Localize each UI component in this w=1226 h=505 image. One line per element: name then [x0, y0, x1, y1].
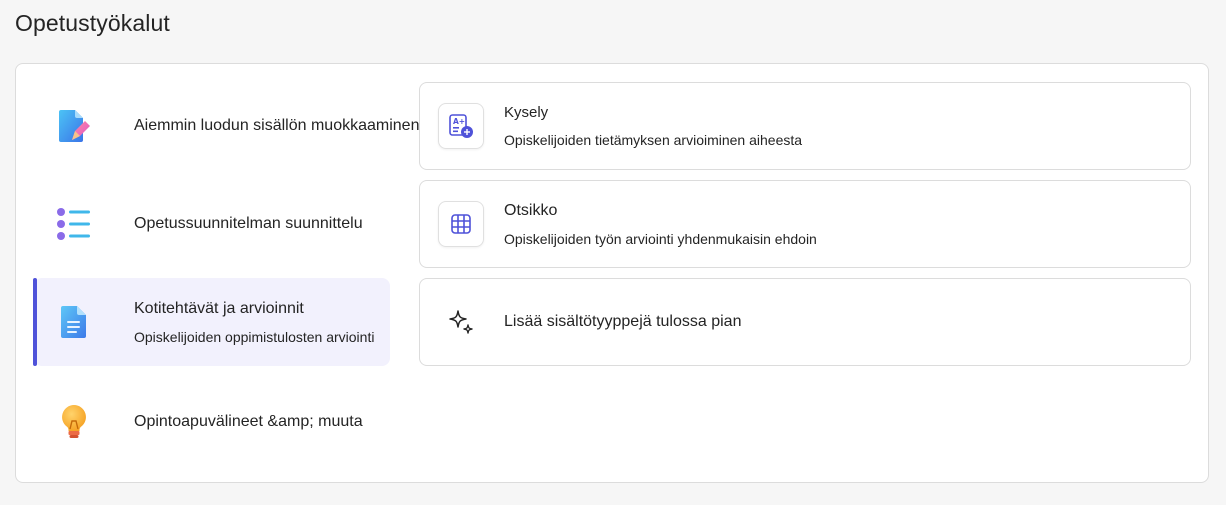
page-title: Opetustyökalut — [15, 10, 170, 36]
category-curriculum-planning[interactable]: Opetussuunnitelman suunnittelu — [34, 180, 390, 268]
category-title: Opetussuunnitelman suunnittelu — [134, 215, 363, 232]
document-edit-icon — [34, 105, 114, 147]
category-study-aids[interactable]: Opintoapuvälineet &amp; muuta — [34, 376, 390, 468]
card-more-coming: Lisää sisältötyyppejä tulossa pian — [419, 278, 1191, 366]
table-grid-icon — [438, 201, 484, 247]
category-title: Aiemmin luodun sisällön muokkaaminen — [134, 117, 420, 134]
card-title: Kysely — [504, 104, 549, 121]
card-subtitle: Opiskelijoiden työn arviointi yhdenmukai… — [504, 230, 817, 247]
category-edit-content[interactable]: Aiemmin luodun sisällön muokkaaminen — [34, 82, 419, 170]
card-title: Otsikko — [504, 201, 558, 219]
teaching-tools-panel: Aiemmin luodun sisällön muokkaaminen Ope… — [15, 63, 1209, 483]
category-subtitle: Opiskelijoiden oppimistulosten arviointi — [134, 328, 375, 345]
svg-text:A+: A+ — [453, 117, 465, 126]
document-icon — [34, 301, 114, 343]
list-icon — [34, 203, 114, 245]
card-subtitle: Opiskelijoiden tietämyksen arvioiminen a… — [504, 132, 803, 148]
quiz-icon: A+ — [438, 103, 484, 149]
category-title: Opintoapuvälineet &amp; muuta — [134, 413, 363, 430]
category-title: Kotitehtävät ja arvioinnit — [134, 299, 304, 317]
card-rubric[interactable]: Otsikko Opiskelijoiden työn arviointi yh… — [419, 180, 1191, 268]
category-homework-assessments[interactable]: Kotitehtävät ja arvioinnit Opiskelijoide… — [33, 278, 390, 366]
lightbulb-icon — [34, 401, 114, 443]
sparkle-icon — [438, 299, 484, 345]
card-title: Lisää sisältötyyppejä tulossa pian — [504, 313, 742, 330]
card-quiz[interactable]: A+ Kysely Opiskelijoiden tietämyksen arv… — [419, 82, 1191, 170]
